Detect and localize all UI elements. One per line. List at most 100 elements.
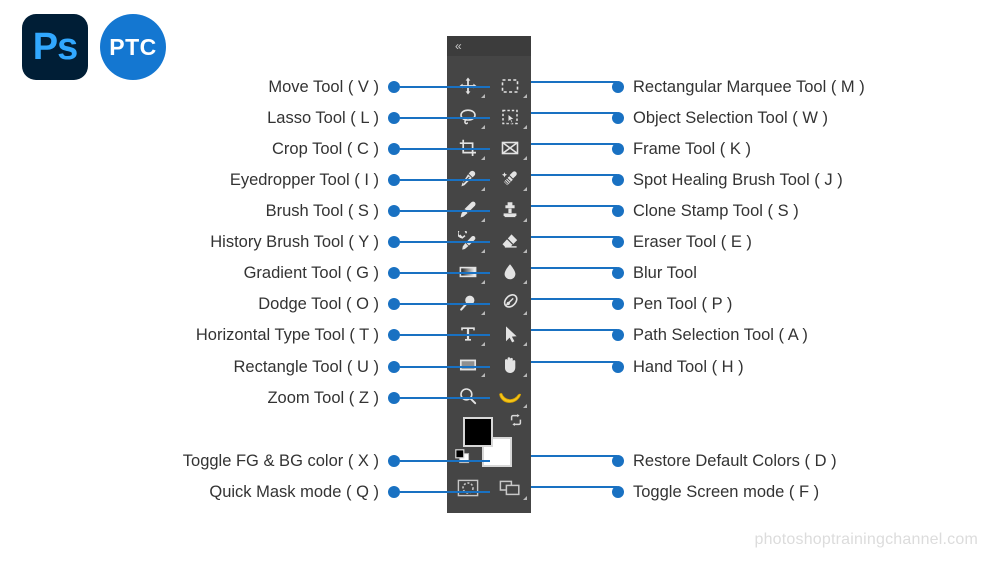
callout-label: History Brush Tool ( Y ) [210,232,379,251]
callout-line [531,205,617,207]
callout-row-left: Lasso Tool ( L ) [267,107,490,129]
callout-row-right: Restore Default Colors ( D ) [612,450,837,472]
tool-expand-triangle [523,342,527,346]
photoshop-logo-text: Ps [32,26,78,68]
callout-line [531,112,617,114]
callout-dot[interactable] [388,298,400,310]
hand-tool-icon[interactable] [489,349,531,380]
tool-expand-triangle [523,280,527,284]
callout-line [531,267,617,269]
panel-drag-grip[interactable] [447,56,531,70]
callout-line [531,143,617,145]
callout-label: Toggle FG & BG color ( X ) [182,451,379,470]
callout-label: Eraser Tool ( E ) [633,232,752,251]
callout-label: Rectangle Tool ( U ) [233,357,379,376]
callout-row-right: Blur Tool [612,262,697,284]
callout-dot[interactable] [388,361,400,373]
callout-label: Lasso Tool ( L ) [267,108,379,127]
callout-line [531,81,617,83]
clone-stamp-tool-icon[interactable] [489,194,531,225]
callout-line [400,397,490,399]
spot-healing-tool-icon[interactable] [489,163,531,194]
callout-line [400,148,490,150]
callout-line [400,86,490,88]
callout-label: Frame Tool ( K ) [633,139,751,158]
callout-row-left: Crop Tool ( C ) [272,138,490,160]
callout-row-left: History Brush Tool ( Y ) [210,231,490,253]
callout-line [531,236,617,238]
callout-dot[interactable] [388,236,400,248]
callout-row-left: Gradient Tool ( G ) [244,262,490,284]
callout-dot[interactable] [388,174,400,186]
blur-tool-icon[interactable] [489,256,531,287]
callout-line [531,455,617,457]
callout-label: Object Selection Tool ( W ) [633,108,829,127]
callout-row-left: Move Tool ( V ) [268,76,490,98]
callout-row-right: Spot Healing Brush Tool ( J ) [612,169,843,191]
screen-mode-icon[interactable] [489,473,531,503]
callout-row-left: Zoom Tool ( Z ) [267,387,490,409]
watermark: photoshoptrainingchannel.com [754,531,978,548]
callout-label: Dodge Tool ( O ) [258,294,379,313]
callout-label: Path Selection Tool ( A ) [633,325,808,344]
banana-icon[interactable] [489,380,531,411]
tool-expand-triangle [523,496,527,500]
callout-label: Move Tool ( V ) [268,77,379,96]
callout-row-right: Toggle Screen mode ( F ) [612,481,819,503]
tool-expand-triangle [523,311,527,315]
callout-dot[interactable] [388,329,400,341]
callout-dot[interactable] [388,486,400,498]
callout-line [400,241,490,243]
callout-label: Pen Tool ( P ) [633,294,733,313]
callout-row-left: Toggle FG & BG color ( X ) [183,450,490,472]
callout-dot[interactable] [388,112,400,124]
photoshop-logo-icon: Ps [22,14,88,80]
callout-label: Rectangular Marquee Tool ( M ) [633,77,865,96]
callout-line [400,334,490,336]
callout-dot[interactable] [388,143,400,155]
callout-dot[interactable] [388,205,400,217]
callout-dot[interactable] [388,455,400,467]
callout-row-left: Quick Mask mode ( Q ) [209,481,490,503]
tool-expand-triangle [523,187,527,191]
callout-label: Eyedropper Tool ( I ) [229,170,379,189]
callout-label: Gradient Tool ( G ) [243,263,379,282]
callout-row-right: Frame Tool ( K ) [612,138,751,160]
eraser-tool-icon[interactable] [489,225,531,256]
callout-line [531,486,617,488]
callout-row-left: Horizontal Type Tool ( T ) [196,324,490,346]
collapse-panel-icon[interactable]: « [455,38,462,54]
path-selection-tool-icon[interactable] [489,318,531,349]
callout-label: Quick Mask mode ( Q ) [209,482,379,501]
ptc-logo-icon: PTC [100,14,166,80]
tool-expand-triangle [523,249,527,253]
tool-expand-triangle [523,404,527,408]
callout-line [400,210,490,212]
callout-dot[interactable] [388,267,400,279]
foreground-color-swatch[interactable] [463,417,493,447]
callout-line [400,460,490,462]
callout-dot[interactable] [388,81,400,93]
callout-row-right: Eraser Tool ( E ) [612,231,752,253]
ptc-logo-text: PTC [109,33,157,60]
object-selection-tool-icon[interactable] [489,101,531,132]
callout-label: Hand Tool ( H ) [633,357,744,376]
callout-dot[interactable] [388,392,400,404]
marquee-tool-icon[interactable] [489,70,531,101]
callout-line [400,179,490,181]
callout-label: Spot Healing Brush Tool ( J ) [633,170,843,189]
pen-tool-icon[interactable] [489,287,531,318]
callout-line [400,272,490,274]
callout-label: Zoom Tool ( Z ) [267,388,379,407]
callout-line [400,117,490,119]
callout-row-right: Rectangular Marquee Tool ( M ) [612,76,865,98]
callout-label: Blur Tool [633,263,697,282]
swap-colors-icon[interactable] [509,413,523,432]
callout-row-right: Clone Stamp Tool ( S ) [612,200,799,222]
callout-label: Horizontal Type Tool ( T ) [195,325,379,344]
callout-row-right: Pen Tool ( P ) [612,293,732,315]
callout-line [531,329,617,331]
frame-tool-icon[interactable] [489,132,531,163]
tool-expand-triangle [523,125,527,129]
infographic-canvas: Ps PTC « Move Tool (V) Lasso Tool (L … [0,0,1000,563]
